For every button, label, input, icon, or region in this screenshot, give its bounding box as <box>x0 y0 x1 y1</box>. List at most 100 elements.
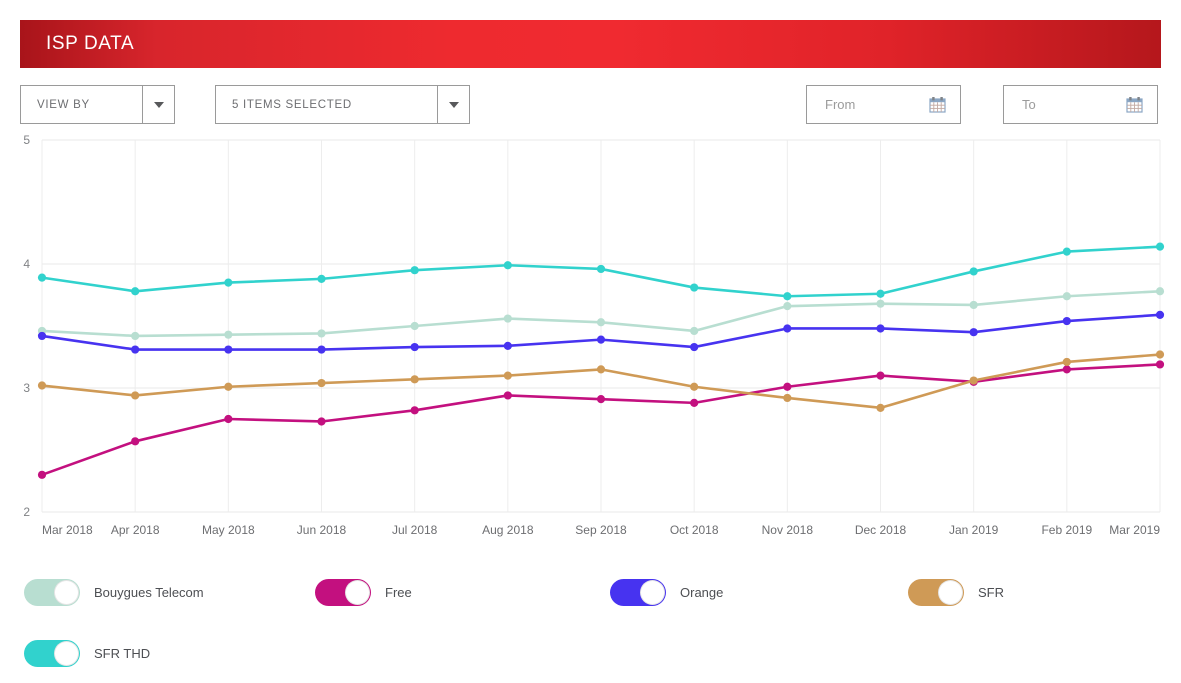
series-data-point[interactable] <box>317 378 326 388</box>
series-data-point[interactable] <box>410 266 419 275</box>
chart-y-axis: 2 3 4 5 <box>23 133 30 519</box>
items-selected-label: 5 ITEMS SELECTED <box>232 98 352 111</box>
toggle-switch[interactable] <box>24 578 80 606</box>
series-data-point[interactable] <box>503 371 512 380</box>
series-data-point[interactable] <box>503 261 512 270</box>
series-data-point[interactable] <box>131 391 140 400</box>
series-data-point[interactable] <box>410 375 419 384</box>
y-axis-tick-label: 2 <box>23 505 30 519</box>
view-by-dropdown[interactable]: VIEW BY <box>20 85 175 124</box>
date-from-field[interactable]: From <box>806 85 961 124</box>
series-data-point[interactable] <box>876 299 885 308</box>
chevron-down-icon[interactable] <box>143 86 174 123</box>
series-data-point[interactable] <box>969 376 978 385</box>
page-title: ISP DATA <box>46 33 135 54</box>
series-data-point[interactable] <box>690 382 699 391</box>
series-data-point[interactable] <box>596 318 606 327</box>
series-data-point[interactable] <box>783 324 792 333</box>
series-data-point[interactable] <box>224 382 233 391</box>
legend-label: SFR <box>978 584 1004 600</box>
legend-label: Free <box>385 584 412 600</box>
series-data-point[interactable] <box>969 300 978 310</box>
series-data-point[interactable] <box>1155 310 1165 319</box>
series-data-point[interactable] <box>1155 350 1165 359</box>
series-data-point[interactable] <box>1062 365 1071 374</box>
series-data-point[interactable] <box>317 329 326 338</box>
series-data-point[interactable] <box>1062 357 1071 367</box>
series-data-point[interactable] <box>131 331 140 341</box>
series-data-point[interactable] <box>224 330 233 339</box>
items-selected-dropdown[interactable]: 5 ITEMS SELECTED <box>215 85 470 124</box>
series-data-point[interactable] <box>783 382 792 391</box>
legend-label: Bouygues Telecom <box>94 584 204 600</box>
series-data-point[interactable] <box>690 342 699 352</box>
x-axis-tick-label: Jan 2019 <box>949 523 999 537</box>
legend-label: Orange <box>680 584 724 600</box>
toggle-knob <box>938 579 963 605</box>
toggle-switch[interactable] <box>24 639 80 667</box>
series-data-point[interactable] <box>37 470 47 479</box>
series-data-point[interactable] <box>503 341 512 350</box>
series-data-point[interactable] <box>969 267 978 276</box>
series-data-point[interactable] <box>1155 287 1165 296</box>
series-data-point[interactable] <box>131 287 140 296</box>
series-data-point[interactable] <box>503 391 512 400</box>
series-data-point[interactable] <box>224 414 233 424</box>
legend-toggle-item[interactable]: Bouygues Telecom <box>24 577 204 607</box>
x-axis-tick-label: Jun 2018 <box>297 523 347 537</box>
date-to-field[interactable]: To <box>1003 85 1158 124</box>
series-data-point[interactable] <box>410 342 419 352</box>
calendar-icon[interactable] <box>929 96 946 113</box>
series-data-point[interactable] <box>876 289 885 298</box>
toggle-switch[interactable] <box>610 578 666 606</box>
toggle-knob <box>54 579 79 605</box>
series-data-point[interactable] <box>783 302 792 311</box>
series-data-point[interactable] <box>1155 360 1165 369</box>
series-data-point[interactable] <box>317 417 326 426</box>
series-data-point[interactable] <box>224 345 233 354</box>
legend-toggle-item[interactable]: Orange <box>610 577 723 607</box>
series-data-point[interactable] <box>1062 247 1071 256</box>
x-axis-tick-label: Nov 2018 <box>762 523 814 537</box>
series-data-point[interactable] <box>131 437 140 446</box>
series-data-point[interactable] <box>317 274 326 283</box>
toggle-switch[interactable] <box>908 578 964 606</box>
series-data-point[interactable] <box>690 326 699 336</box>
series-data-point[interactable] <box>690 398 699 407</box>
series-data-point[interactable] <box>503 314 512 323</box>
series-data-point[interactable] <box>1062 292 1071 301</box>
series-data-point[interactable] <box>1062 316 1071 326</box>
series-data-point[interactable] <box>596 395 606 404</box>
series-data-point[interactable] <box>783 393 792 403</box>
series-data-point[interactable] <box>1155 242 1165 251</box>
series-data-point[interactable] <box>37 381 47 390</box>
series-data-point[interactable] <box>596 365 606 374</box>
series-data-point[interactable] <box>410 406 419 415</box>
y-axis-tick-label: 4 <box>23 257 30 271</box>
line-chart: 2 3 4 5 Mar 2018 Apr 2018 May 2018 Jun 2018 Jul… <box>0 130 1181 545</box>
legend-toggle-item[interactable]: Free <box>315 577 412 607</box>
legend-toggle-item[interactable]: SFR <box>908 577 1004 607</box>
page-header: ISP DATA <box>20 20 1161 68</box>
series-data-point[interactable] <box>596 264 606 274</box>
series-data-point[interactable] <box>37 273 47 282</box>
series-data-point[interactable] <box>969 328 978 337</box>
legend-toggle-item[interactable]: SFR THD <box>24 638 150 668</box>
chevron-down-icon[interactable] <box>438 86 469 123</box>
toggle-knob <box>54 640 79 666</box>
series-data-point[interactable] <box>876 371 885 380</box>
series-data-point[interactable] <box>224 278 233 287</box>
series-data-point[interactable] <box>596 335 606 344</box>
series-data-point[interactable] <box>783 292 792 301</box>
x-axis-tick-label: Apr 2018 <box>111 523 160 537</box>
series-data-point[interactable] <box>37 331 47 341</box>
series-data-point[interactable] <box>410 321 419 331</box>
series-data-point[interactable] <box>317 345 326 354</box>
series-data-point[interactable] <box>690 283 699 292</box>
series-data-point[interactable] <box>876 403 885 412</box>
calendar-icon[interactable] <box>1126 96 1143 113</box>
chart-x-axis: Mar 2018 Apr 2018 May 2018 Jun 2018 Jul 2018… <box>42 523 1160 537</box>
series-data-point[interactable] <box>876 324 885 333</box>
series-data-point[interactable] <box>131 345 140 354</box>
toggle-switch[interactable] <box>315 578 371 606</box>
